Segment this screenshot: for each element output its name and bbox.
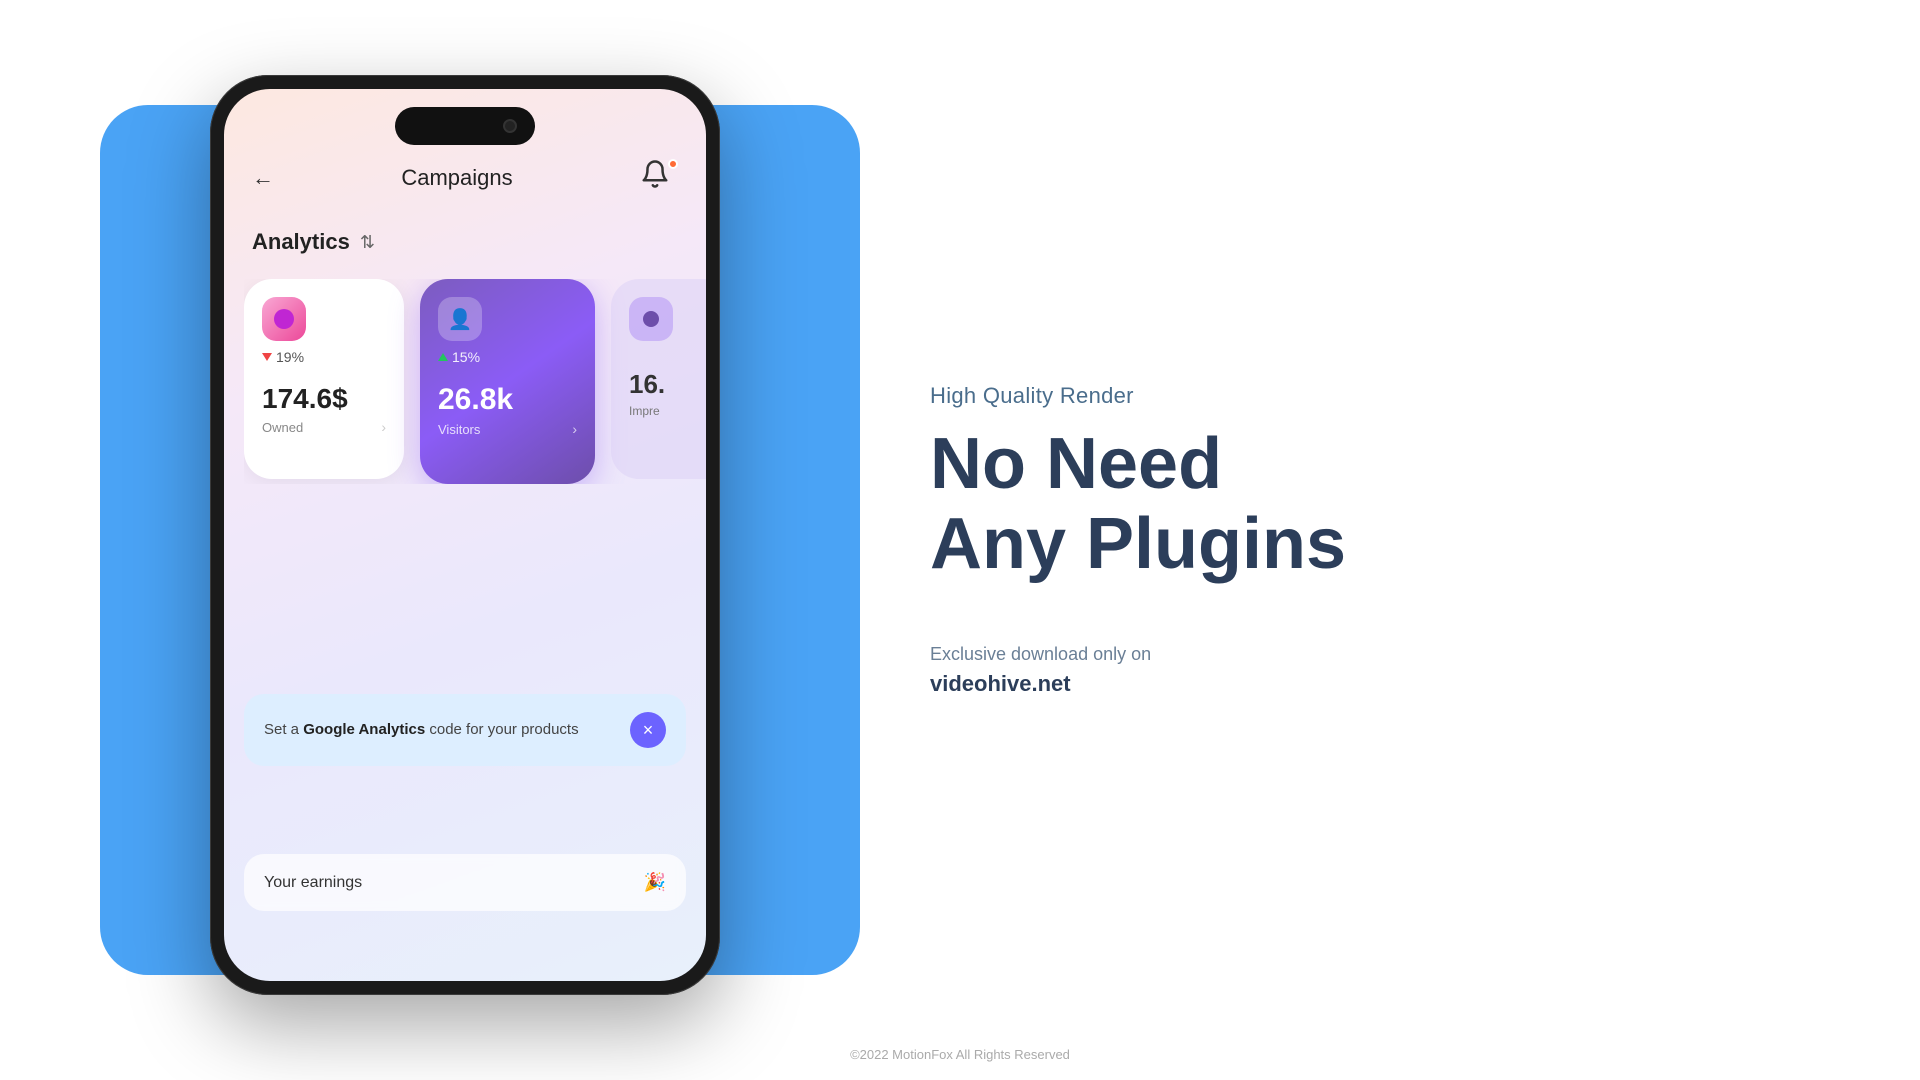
visitors-chevron: › [572, 421, 577, 437]
notification-dot [668, 159, 678, 169]
visitors-value: 26.8k [438, 383, 577, 417]
right-section: High Quality Render No Need Any Plugins … [870, 383, 1920, 696]
screen-title: Campaigns [401, 165, 512, 191]
headline-line2: Any Plugins [930, 504, 1346, 584]
impressions-value: 16. [629, 369, 706, 400]
card-icon-pink [262, 297, 306, 341]
analytics-banner: Set a Google Analytics code for your pro… [244, 694, 686, 766]
blue-dot [643, 311, 659, 327]
owned-label-row: Owned › [262, 419, 386, 435]
footer: ©2022 MotionFox All Rights Reserved [0, 1047, 1920, 1062]
owned-percent-row: 19% [262, 349, 386, 365]
sort-icon[interactable]: ⇅ [360, 232, 375, 253]
analytics-section: Analytics ⇅ [252, 229, 375, 255]
banner-text-suffix: code for your products [425, 721, 578, 738]
dynamic-island [395, 107, 535, 145]
phone-shell: ← Campaigns Analytics ⇅ [210, 75, 720, 995]
trend-down-icon [262, 353, 272, 361]
chevron-right-icon: › [381, 419, 386, 435]
notification-bell[interactable] [640, 159, 678, 197]
headline-line1: No Need [930, 424, 1222, 504]
earnings-strip: Your earnings 🎉 [244, 854, 686, 911]
app-header: ← Campaigns [224, 159, 706, 197]
copyright-text: ©2022 MotionFox All Rights Reserved [850, 1047, 1070, 1062]
download-info: Exclusive download only on [930, 644, 1840, 665]
owned-percent: 19% [276, 349, 304, 365]
phone-screen: ← Campaigns Analytics ⇅ [224, 89, 706, 981]
impressions-card[interactable]: 16. Impre [611, 279, 706, 479]
visitors-label-row: Visitors › [438, 421, 577, 437]
owned-value: 174.6$ [262, 383, 386, 415]
visitors-card[interactable]: 👤 15% 26.8k Visitors › [420, 279, 595, 484]
cards-row: 19% 174.6$ Owned › 👤 [244, 279, 706, 484]
headline: No Need Any Plugins [930, 425, 1840, 583]
pink-dot [274, 309, 294, 329]
visitors-percent: 15% [452, 349, 480, 365]
camera-dot [503, 119, 517, 133]
banner-close-button[interactable]: × [630, 712, 666, 748]
banner-text: Set a Google Analytics code for your pro… [264, 719, 579, 742]
tagline: High Quality Render [930, 383, 1840, 409]
visitors-label: Visitors [438, 422, 480, 437]
analytics-label: Analytics [252, 229, 350, 255]
impressions-label: Impre [629, 404, 706, 418]
visitors-percent-row: 15% [438, 349, 577, 365]
download-link[interactable]: videohive.net [930, 671, 1840, 697]
banner-text-bold: Google Analytics [303, 721, 425, 738]
earnings-emoji: 🎉 [644, 872, 666, 893]
owned-label: Owned [262, 420, 303, 435]
banner-text-prefix: Set a [264, 721, 303, 738]
left-section: ← Campaigns Analytics ⇅ [0, 0, 870, 1080]
person-icon: 👤 [448, 307, 473, 332]
earnings-label: Your earnings [264, 874, 362, 892]
owned-card[interactable]: 19% 174.6$ Owned › [244, 279, 404, 479]
card-icon-blue: 👤 [438, 297, 482, 341]
trend-up-icon [438, 353, 448, 361]
card-icon-blue2 [629, 297, 673, 341]
phone-wrapper: ← Campaigns Analytics ⇅ [210, 75, 720, 995]
back-button[interactable]: ← [252, 165, 274, 191]
